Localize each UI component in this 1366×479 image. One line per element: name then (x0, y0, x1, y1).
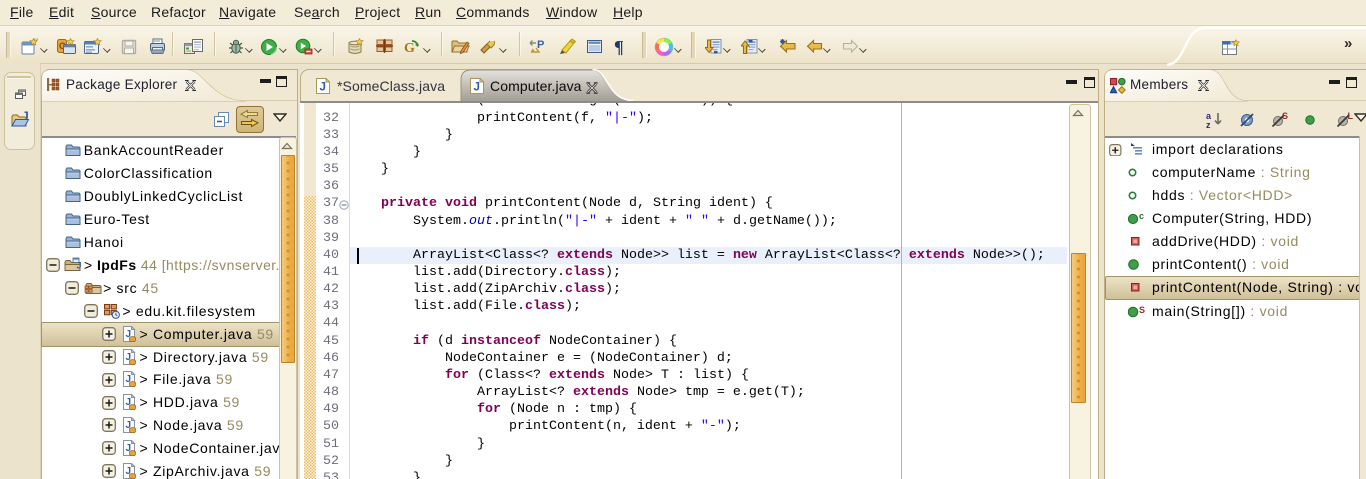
svg-text:c: c (1139, 212, 1144, 221)
svg-text:S: S (1139, 305, 1145, 315)
